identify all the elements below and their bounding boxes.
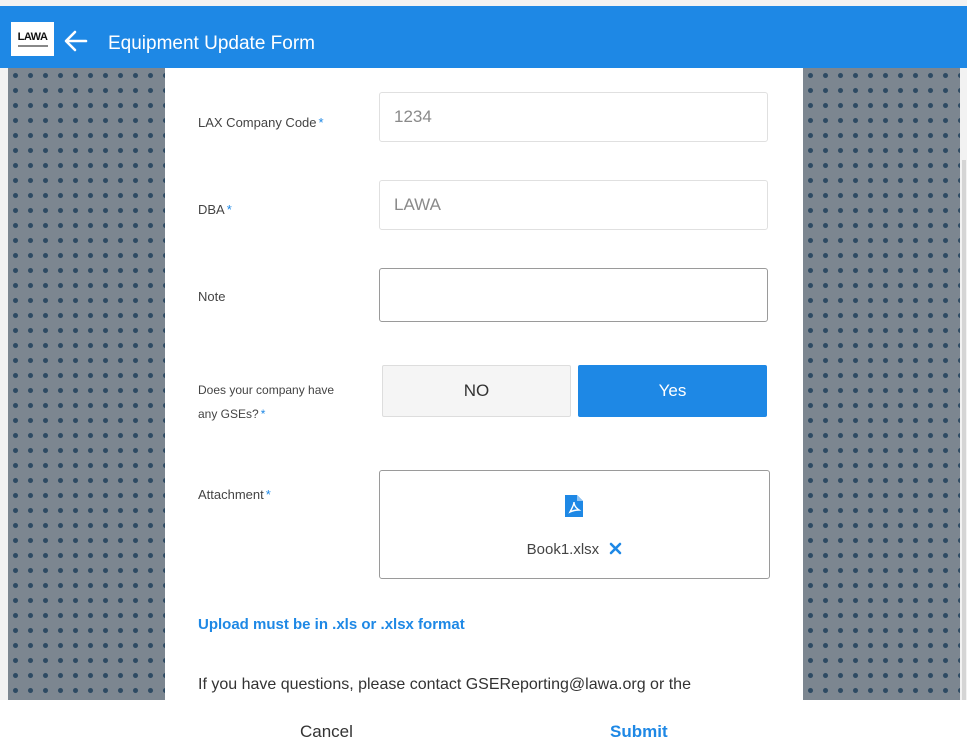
attached-file: Book1.xlsx <box>380 541 769 558</box>
app-screen: LAWA Equipment Update Form LAX Company C… <box>0 0 967 750</box>
attached-file-name: Book1.xlsx <box>526 541 600 558</box>
gse-yes-button[interactable]: Yes <box>578 365 767 417</box>
pdf-file-icon <box>565 495 583 517</box>
footer-actions: Cancel Submit <box>0 700 967 750</box>
company-code-label: LAX Company Code * <box>198 112 324 134</box>
upload-format-note: Upload must be in .xls or .xlsx format <box>198 616 465 633</box>
dba-label-text: DBA <box>198 202 225 217</box>
gse-question-line1: Does your company have <box>198 383 335 397</box>
required-mark: * <box>318 115 324 130</box>
logo-text: LAWA <box>17 30 48 43</box>
scrollbar[interactable] <box>962 160 966 700</box>
company-code-field[interactable]: 1234 <box>379 92 768 142</box>
submit-button[interactable]: Submit <box>610 722 668 742</box>
dba-label: DBA * <box>198 199 232 221</box>
company-code-value: 1234 <box>394 107 432 126</box>
note-label-text: Note <box>198 289 226 304</box>
required-mark: * <box>226 202 232 217</box>
right-pattern-panel <box>803 68 960 700</box>
dba-value: LAWA <box>394 195 441 214</box>
app-header: LAWA Equipment Update Form <box>0 0 967 68</box>
gse-question-label: Does your company have any GSEs? * <box>198 378 334 426</box>
back-arrow-icon[interactable] <box>64 30 88 52</box>
gse-no-button[interactable]: NO <box>382 365 571 417</box>
left-pattern-panel <box>8 68 165 700</box>
form-panel: LAX Company Code * 1234 DBA * LAWA Note Do… <box>165 68 803 700</box>
note-field[interactable] <box>379 268 768 322</box>
close-icon[interactable] <box>609 542 622 555</box>
lawa-logo: LAWA <box>11 22 54 56</box>
note-label: Note <box>198 286 225 308</box>
logo-underline <box>17 44 48 47</box>
attachment-dropzone[interactable]: Book1.xlsx <box>379 470 770 579</box>
contact-info-text: If you have questions, please contact GS… <box>198 676 691 693</box>
attachment-label-text: Attachment <box>198 487 264 502</box>
company-code-label-text: LAX Company Code <box>198 115 317 130</box>
left-edge <box>0 68 8 700</box>
required-mark: * <box>265 487 271 502</box>
dba-field[interactable]: LAWA <box>379 180 768 230</box>
cancel-button[interactable]: Cancel <box>300 722 353 742</box>
gse-question-line2: any GSEs? <box>198 407 259 421</box>
page-title: Equipment Update Form <box>108 33 315 54</box>
required-mark: * <box>260 407 266 421</box>
attachment-label: Attachment * <box>198 484 271 506</box>
